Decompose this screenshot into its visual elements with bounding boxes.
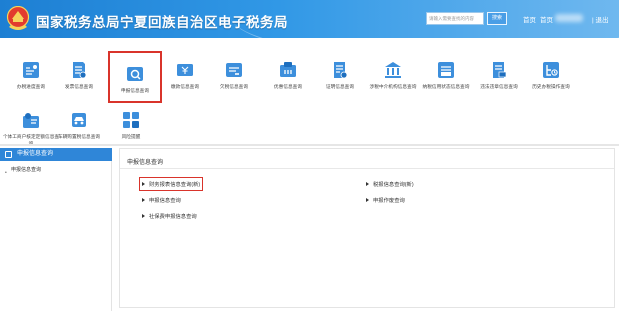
triangle-right-icon — [366, 198, 369, 202]
tile-declaration-query[interactable]: 申报信息查询 — [108, 51, 162, 103]
search-button[interactable]: 搜索 — [487, 12, 507, 25]
link-label: 财务报表信息查询(新) — [149, 182, 201, 188]
tile-label: 违法违章信息查询 — [480, 84, 518, 89]
link-label: 税报信息查询(新) — [373, 182, 414, 188]
nav-home-link-2[interactable]: 首页 — [540, 14, 553, 24]
tile-agency-query[interactable]: 涉税中介机构信息查询 — [367, 48, 419, 98]
tile-vehicle-tax-query[interactable]: 车辆购置税信息查询 — [53, 98, 105, 148]
user-name-redacted — [555, 14, 583, 22]
content-title: 申报信息查询 — [127, 160, 164, 166]
vehicle-tax-icon — [72, 113, 86, 127]
tile-label: 证明信息查询 — [325, 84, 355, 89]
link-declaration-void-query[interactable]: 申报作废查询 — [366, 196, 405, 204]
preferential-icon — [280, 62, 296, 77]
arrears-icon — [226, 63, 242, 77]
tile-label: 纳税信用状态信息查询 — [422, 84, 470, 89]
tile-label: 历史办税操作查询 — [532, 84, 570, 89]
progress-icon — [23, 62, 39, 78]
tile-invoice-query[interactable]: 发票信息查询 — [53, 48, 105, 98]
document-icon — [5, 151, 12, 158]
tile-certificate-query[interactable]: 证明信息查询 — [314, 48, 366, 98]
link-label: 社保费申报信息查询 — [149, 214, 197, 220]
tile-individual-business-query[interactable]: 个体工商户核定定额信息查询 — [3, 98, 59, 148]
tile-label: 车辆购置税信息查询 — [57, 134, 101, 139]
link-tax-report-query[interactable]: 税报信息查询(新) — [366, 180, 414, 188]
query-tile-grid: 办税进度查询 发票信息查询 申报信息查询 缴款信息查询 欠税信息查询 优惠信息查… — [0, 38, 619, 146]
triangle-right-icon — [366, 182, 369, 186]
history-icon — [543, 62, 559, 78]
link-social-insurance-query[interactable]: 社保费申报信息查询 — [142, 212, 197, 220]
tile-label: 涉税中介机构信息查询 — [369, 84, 417, 89]
credit-icon — [438, 62, 454, 78]
sidebar-heading[interactable]: 申报信息查询 — [0, 148, 112, 161]
tile-arrears-query[interactable]: 欠税信息查询 — [208, 48, 260, 98]
tile-history-query[interactable]: 历史办税操作查询 — [525, 48, 577, 98]
declaration-search-icon — [127, 67, 143, 81]
site-title: 国家税务总局宁夏回族自治区电子税务局 — [36, 15, 288, 30]
sidebar-item-label: 申报信息查询 — [11, 167, 42, 173]
tile-payment-query[interactable]: 缴款信息查询 — [159, 48, 211, 98]
payment-icon — [177, 64, 193, 76]
link-label: 申报作废查询 — [373, 198, 405, 204]
link-label: 申报信息查询 — [149, 198, 181, 204]
bullet-icon: • — [5, 170, 7, 176]
sidebar-heading-label: 申报信息查询 — [17, 151, 54, 157]
tile-label: 风险提醒 — [121, 134, 141, 139]
content-divider — [120, 168, 614, 169]
tax-emblem-icon — [6, 6, 30, 30]
tile-label: 欠税信息查询 — [219, 84, 249, 89]
nav-home-link[interactable]: 首页 — [523, 14, 536, 24]
sidebar: 申报信息查询 • 申报信息查询 — [0, 148, 112, 311]
violation-icon — [493, 62, 507, 78]
sidebar-item-declaration-query[interactable]: • 申报信息查询 — [0, 165, 112, 176]
section-divider — [0, 144, 619, 146]
certificate-icon — [334, 62, 348, 79]
link-financial-report-query[interactable]: 财务报表信息查询(新) — [138, 177, 204, 191]
agency-bank-icon — [385, 62, 401, 78]
tile-risk-query[interactable]: 风险提醒 — [105, 98, 157, 148]
search-input[interactable]: 请输入需要查找的内容 — [426, 12, 484, 25]
triangle-right-icon — [142, 182, 145, 186]
tile-label: 发票信息查询 — [64, 84, 94, 89]
triangle-right-icon — [142, 198, 145, 202]
content-panel: 申报信息查询 财务报表信息查询(新) 税报信息查询(新) 申报信息查询 申报作废… — [119, 148, 615, 308]
individual-business-icon — [23, 113, 39, 128]
risk-icon — [123, 112, 139, 128]
link-declaration-query[interactable]: 申报信息查询 — [142, 196, 181, 204]
logout-link[interactable]: | 退出 — [592, 14, 609, 24]
invoice-icon — [73, 62, 87, 79]
site-header: 国家税务总局宁夏回族自治区电子税务局 请输入需要查找的内容 搜索 首页 首页 |… — [0, 0, 619, 38]
tile-preferential-query[interactable]: 优惠信息查询 — [262, 48, 314, 98]
tile-violation-query[interactable]: 违法违章信息查询 — [473, 48, 525, 98]
triangle-right-icon — [142, 214, 145, 218]
tile-label: 优惠信息查询 — [273, 84, 303, 89]
tile-credit-query[interactable]: 纳税信用状态信息查询 — [420, 48, 472, 98]
tile-progress-query[interactable]: 办税进度查询 — [5, 48, 57, 98]
